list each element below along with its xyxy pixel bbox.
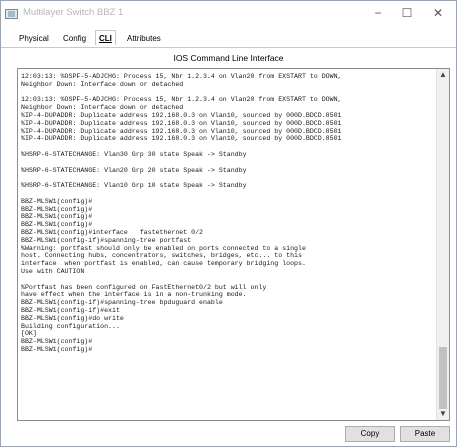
- console-line: host. Connecting hubs, concentrators, sw…: [21, 252, 302, 260]
- console-line: %HSRP-6-STATECHANGE: Vlan10 Grp 10 state…: [21, 182, 247, 190]
- tab-cli[interactable]: CLI: [95, 30, 116, 45]
- console-line: %IP-4-DUPADDR: Duplicate address 192.168…: [21, 119, 342, 127]
- console-line: BBZ-MLSW1(config)#: [21, 338, 93, 346]
- window-title: Multilayer Switch BBZ 1: [23, 7, 124, 18]
- switch-icon: [5, 7, 18, 19]
- tab-physical[interactable]: Physical: [19, 34, 49, 43]
- console-line: %Warning: portfast should only be enable…: [21, 244, 306, 252]
- console-line: %HSRP-6-STATECHANGE: Vlan20 Grp 20 state…: [21, 166, 247, 174]
- paste-button[interactable]: Paste: [400, 426, 450, 442]
- console-line: BBZ-MLSW1(config)#: [21, 221, 93, 229]
- console-line: interface when portfast is enabled, can …: [21, 260, 306, 268]
- scroll-thumb[interactable]: [439, 347, 447, 409]
- app-window: Multilayer Switch BBZ 1 − ☐ ✕ Physical C…: [0, 0, 457, 447]
- console-line: %HSRP-6-STATECHANGE: Vlan30 Grp 30 state…: [21, 150, 247, 158]
- console-line: %IP-4-DUPADDR: Duplicate address 192.168…: [21, 111, 342, 119]
- console-line: %Portfast has been configured on FastEth…: [21, 283, 267, 291]
- tab-config[interactable]: Config: [63, 34, 86, 43]
- vertical-scrollbar[interactable]: ▲ ▼: [436, 69, 449, 420]
- console-line: BBZ-MLSW1(config-if)#spanning-tree bpdug…: [21, 299, 223, 307]
- cli-console[interactable]: 12:03:13: %OSPF-5-ADJCHG: Process 15, Nb…: [17, 68, 450, 421]
- minimize-icon[interactable]: −: [365, 3, 391, 23]
- maximize-icon[interactable]: ☐: [394, 3, 420, 23]
- console-line: [OK]: [21, 330, 37, 338]
- console-line: Use with CAUTION: [21, 267, 85, 275]
- section-title: IOS Command Line Interface: [173, 53, 284, 63]
- console-line: BBZ-MLSW1(config)#do write: [21, 314, 124, 322]
- console-line: BBZ-MLSW1(config-if)#exit: [21, 306, 120, 314]
- console-line: BBZ-MLSW1(config)#: [21, 213, 93, 221]
- console-line: have effect when the interface is in a n…: [21, 291, 247, 299]
- console-line: BBZ-MLSW1(config)#: [21, 345, 93, 353]
- console-line: 12:03:13: %OSPF-5-ADJCHG: Process 15, Nb…: [21, 73, 342, 80]
- console-line: %IP-4-DUPADDR: Duplicate address 192.168…: [21, 135, 342, 143]
- scroll-up-icon[interactable]: ▲: [437, 69, 449, 81]
- console-line: Building configuration...: [21, 322, 120, 330]
- console-line: BBZ-MLSW1(config-if)#spanning-tree portf…: [21, 236, 192, 244]
- tab-attributes[interactable]: Attributes: [127, 34, 161, 43]
- title-bar: Multilayer Switch BBZ 1 − ☐ ✕: [1, 1, 456, 26]
- console-line: Neighbor Down: Interface down or detache…: [21, 104, 184, 112]
- console-line: BBZ-MLSW1(config)#interface fastethernet…: [21, 228, 204, 236]
- console-line: Neighbor Down: Interface down or detache…: [21, 80, 184, 88]
- close-icon[interactable]: ✕: [425, 3, 451, 23]
- console-line: BBZ-MLSW1(config)#: [21, 197, 93, 205]
- console-line: 12:03:13: %OSPF-5-ADJCHG: Process 15, Nb…: [21, 96, 342, 104]
- scroll-down-icon[interactable]: ▼: [437, 408, 449, 420]
- console-line: BBZ-MLSW1(config)#: [21, 205, 93, 213]
- copy-button[interactable]: Copy: [345, 426, 395, 442]
- console-output[interactable]: 12:03:13: %OSPF-5-ADJCHG: Process 15, Nb…: [21, 73, 433, 354]
- console-line: %IP-4-DUPADDR: Duplicate address 192.168…: [21, 127, 342, 135]
- tab-bar: Physical Config CLI Attributes: [1, 30, 456, 48]
